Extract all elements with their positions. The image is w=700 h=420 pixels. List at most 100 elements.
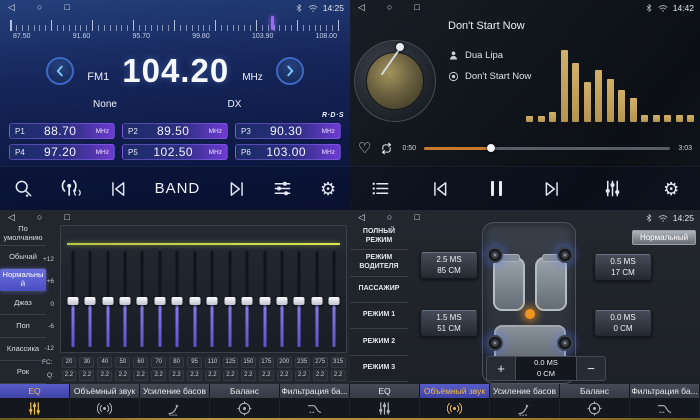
tab-bass-boost[interactable]: Усиление басов xyxy=(140,384,210,398)
tab-eq[interactable]: EQ xyxy=(0,384,70,398)
next-station-button[interactable] xyxy=(228,180,246,198)
slider-handle[interactable] xyxy=(102,297,113,305)
eq-band-slider[interactable] xyxy=(116,251,133,347)
surround-sound-icon[interactable] xyxy=(420,398,490,418)
eq-band-slider[interactable] xyxy=(169,251,186,347)
eq-band-slider[interactable] xyxy=(81,251,98,347)
eq-band-slider[interactable] xyxy=(186,251,203,347)
previous-station-button[interactable] xyxy=(109,180,127,198)
preset-button-p5[interactable]: P5102.50MHz xyxy=(122,144,228,160)
audio-settings-button[interactable] xyxy=(603,179,622,198)
repeat-button[interactable] xyxy=(379,142,394,155)
delay-decrease-button[interactable]: − xyxy=(577,357,605,380)
eq-band-slider[interactable] xyxy=(238,251,255,347)
nav-back-icon[interactable]: ◁ xyxy=(8,212,15,223)
balance-icon[interactable] xyxy=(560,398,630,418)
scan-button[interactable] xyxy=(60,178,81,199)
slider-handle[interactable] xyxy=(207,297,218,305)
slider-handle[interactable] xyxy=(242,297,253,305)
playlist-button[interactable] xyxy=(371,179,390,198)
nav-recents-icon[interactable]: □ xyxy=(64,2,69,13)
balance-icon[interactable] xyxy=(210,398,280,418)
eq-preset-1[interactable]: По умолчанию xyxy=(0,223,46,246)
eq-band-slider[interactable] xyxy=(221,251,238,347)
nav-recents-icon[interactable]: □ xyxy=(64,212,69,223)
nav-home-icon[interactable]: ○ xyxy=(387,212,392,223)
tab-balance[interactable]: Баланс xyxy=(210,384,280,398)
eq-band-slider[interactable] xyxy=(99,251,116,347)
delay-button-front-left[interactable]: 2.5 MS85 CM xyxy=(420,252,478,279)
nav-back-icon[interactable]: ◁ xyxy=(358,2,365,13)
bass-boost-icon[interactable] xyxy=(490,398,560,418)
tab-eq[interactable]: EQ xyxy=(350,384,420,398)
eq-preset-7[interactable]: Рок xyxy=(0,361,46,384)
slider-handle[interactable] xyxy=(294,297,305,305)
band-button[interactable]: BAND xyxy=(155,180,201,197)
slider-handle[interactable] xyxy=(311,297,322,305)
eq-band-slider[interactable] xyxy=(204,251,221,347)
slider-handle[interactable] xyxy=(67,297,78,305)
mode-2[interactable]: РЕЖИМ ВОДИТЕЛЯ xyxy=(350,250,408,276)
eq-band-slider[interactable] xyxy=(326,251,343,347)
eq-band-slider[interactable] xyxy=(134,251,151,347)
settings-button[interactable]: ⚙ xyxy=(320,180,336,198)
tune-down-button[interactable] xyxy=(46,57,74,85)
mode-5[interactable]: РЕЖИМ 2 xyxy=(350,329,408,355)
delay-button-rear-right[interactable]: 0.0 MS0 CM xyxy=(594,310,652,337)
progress-bar[interactable] xyxy=(424,147,670,150)
nav-home-icon[interactable]: ○ xyxy=(37,212,42,223)
previous-track-button[interactable] xyxy=(431,180,449,198)
tab-filtering[interactable]: Фильтрация ба... xyxy=(630,384,700,398)
mode-3[interactable]: ПАССАЖИР xyxy=(350,277,408,303)
eq-band-slider[interactable] xyxy=(151,251,168,347)
filtering-icon[interactable] xyxy=(280,398,350,418)
preset-button-p4[interactable]: P497.20MHz xyxy=(9,144,115,160)
tab-surround-sound[interactable]: Объёмный звук xyxy=(420,384,490,398)
frequency-ruler[interactable] xyxy=(10,18,340,31)
eq-band-slider[interactable] xyxy=(256,251,273,347)
preset-button-p3[interactable]: P390.30MHz xyxy=(235,123,341,139)
preset-button-p6[interactable]: P6103.00MHz xyxy=(235,144,341,160)
slider-handle[interactable] xyxy=(276,297,287,305)
settings-button[interactable]: ⚙ xyxy=(663,180,679,198)
mode-1[interactable]: ПОЛНЫЙ РЕЖИМ xyxy=(350,224,408,250)
eq-band-slider[interactable] xyxy=(64,251,81,347)
delay-button-front-right[interactable]: 0.5 MS17 CM xyxy=(594,254,652,281)
slider-handle[interactable] xyxy=(120,297,131,305)
tab-bass-boost[interactable]: Усиление басов xyxy=(490,384,560,398)
nav-recents-icon[interactable]: □ xyxy=(414,212,419,223)
slider-handle[interactable] xyxy=(329,297,340,305)
tune-up-button[interactable] xyxy=(276,57,304,85)
bass-boost-icon[interactable] xyxy=(140,398,210,418)
nav-back-icon[interactable]: ◁ xyxy=(358,212,365,223)
preset-button-p2[interactable]: P289.50MHz xyxy=(122,123,228,139)
tab-surround-sound[interactable]: Объёмный звук xyxy=(70,384,140,398)
nav-back-icon[interactable]: ◁ xyxy=(8,2,15,13)
dx-toggle[interactable]: DX xyxy=(228,99,242,110)
slider-handle[interactable] xyxy=(154,297,165,305)
eq-band-slider[interactable] xyxy=(291,251,308,347)
nav-recents-icon[interactable]: □ xyxy=(414,2,419,13)
nav-home-icon[interactable]: ○ xyxy=(387,2,392,13)
slider-handle[interactable] xyxy=(224,297,235,305)
mode-6[interactable]: РЕЖИМ 3 xyxy=(350,356,408,382)
eq-band-slider[interactable] xyxy=(273,251,290,347)
filtering-icon[interactable] xyxy=(630,398,700,418)
tab-balance[interactable]: Баланс xyxy=(560,384,630,398)
pty-selector[interactable]: None xyxy=(93,99,117,110)
progress-thumb[interactable] xyxy=(487,144,495,152)
delay-button-rear-left[interactable]: 1.5 MS51 CM xyxy=(420,310,478,337)
slider-handle[interactable] xyxy=(137,297,148,305)
tab-filtering[interactable]: Фильтрация ба... xyxy=(280,384,350,398)
surround-sound-icon[interactable] xyxy=(70,398,140,418)
next-track-button[interactable] xyxy=(543,180,561,198)
nav-home-icon[interactable]: ○ xyxy=(37,2,42,13)
surround-preset-button[interactable]: Нормальный xyxy=(632,230,696,245)
slider-handle[interactable] xyxy=(259,297,270,305)
delay-increase-button[interactable]: + xyxy=(487,357,515,380)
eq-icon[interactable] xyxy=(0,398,70,418)
audio-settings-button[interactable] xyxy=(273,179,292,198)
eq-band-slider[interactable] xyxy=(308,251,325,347)
favorite-button[interactable]: ♡ xyxy=(358,141,371,156)
mode-4[interactable]: РЕЖИМ 1 xyxy=(350,303,408,329)
